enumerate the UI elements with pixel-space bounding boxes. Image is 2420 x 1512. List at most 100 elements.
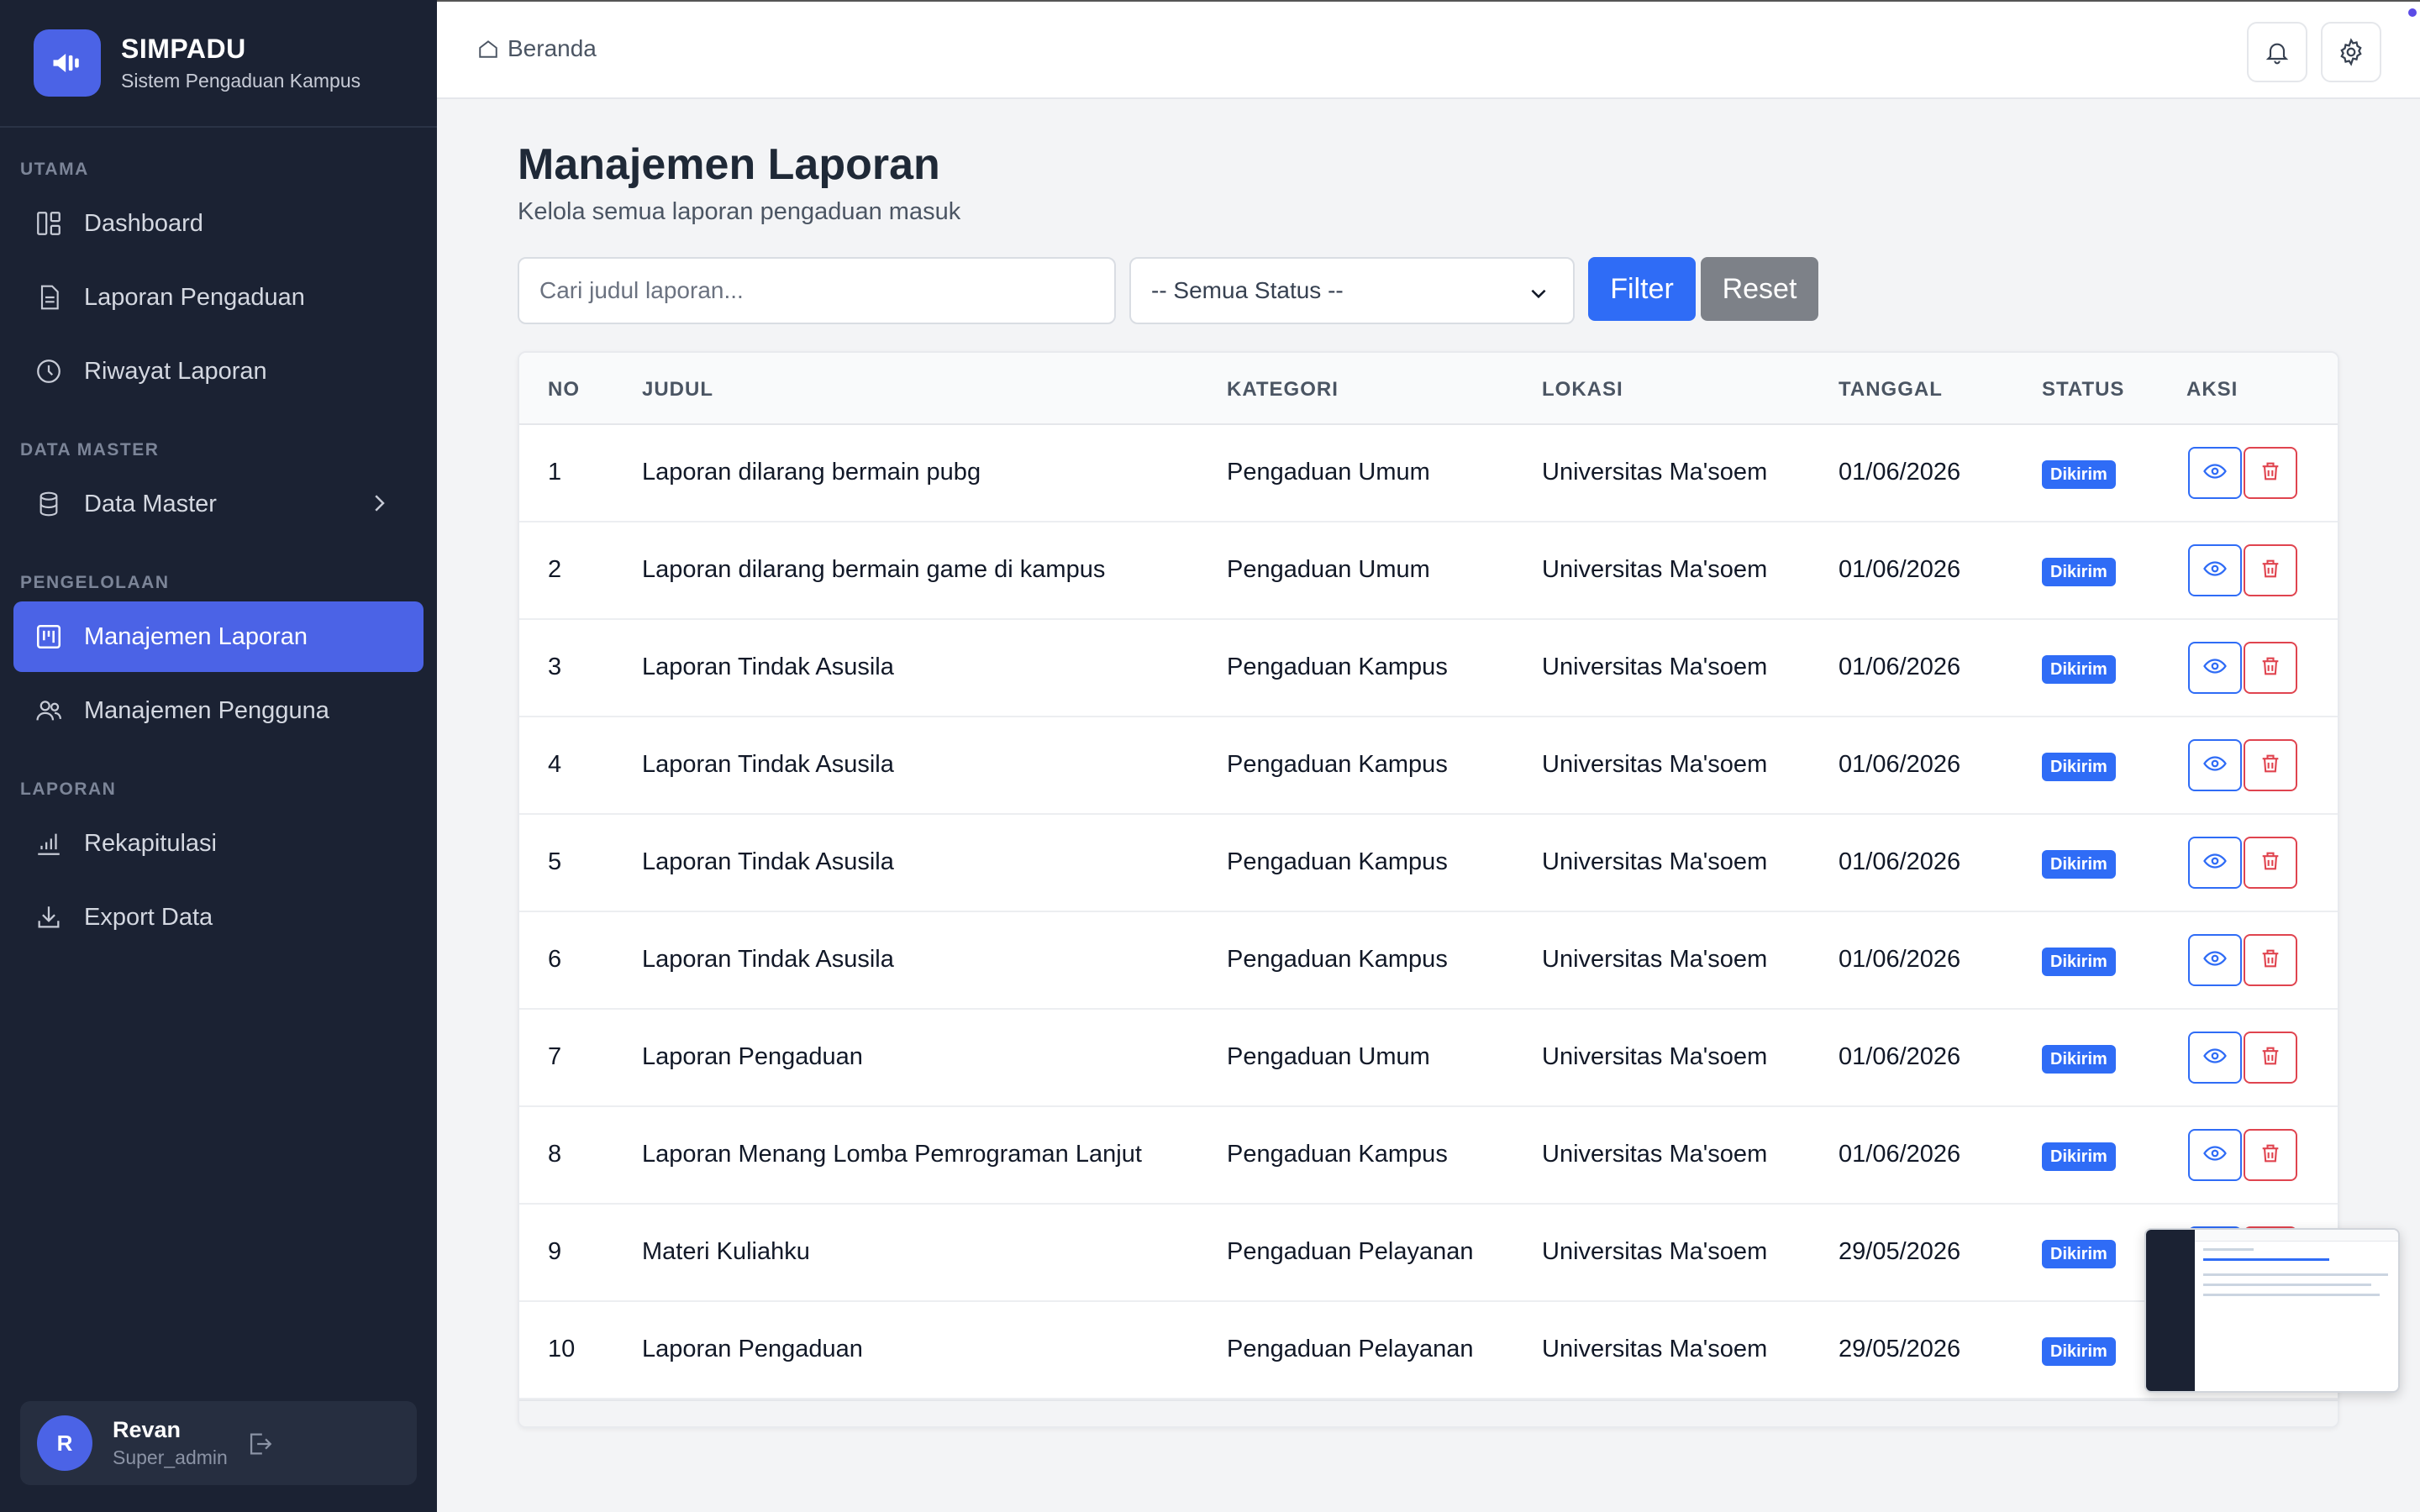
delete-button[interactable] — [2244, 642, 2297, 694]
cell-lokasi: Universitas Ma'soem — [1542, 751, 1768, 778]
delete-button[interactable] — [2244, 934, 2297, 986]
cell-no: 2 — [548, 556, 562, 583]
table-row: 8 Laporan Menang Lomba Pemrograman Lanjut… — [519, 1107, 2338, 1205]
sidebar-item-dashboard[interactable]: Dashboard — [13, 188, 424, 259]
logout-icon[interactable] — [245, 1430, 274, 1462]
delete-button[interactable] — [2244, 739, 2297, 791]
table-row: 5 Laporan Tindak Asusila Pengaduan Kampus U… — [519, 815, 2338, 912]
cell-kategori: Pengaduan Umum — [1227, 556, 1430, 583]
eye-icon — [2202, 459, 2228, 488]
delete-button[interactable] — [2244, 447, 2297, 499]
sidebar-item-label: Data Master — [84, 490, 217, 517]
trash-icon — [2259, 654, 2282, 682]
trash-icon — [2259, 459, 2282, 487]
thumbnail-line — [2203, 1284, 2371, 1286]
cell-tanggal: 01/06/2026 — [1839, 1141, 1961, 1168]
column-header-judul: JUDUL — [642, 378, 714, 401]
sidebar-item-export-data[interactable]: Export Data — [13, 882, 424, 953]
column-header-status: STATUS — [2042, 378, 2125, 401]
sidebar-item-rekapitulasi[interactable]: Rekapitulasi — [13, 808, 424, 879]
status-badge: Dikirim — [2042, 1337, 2116, 1366]
cell-tanggal: 01/06/2026 — [1839, 1043, 1961, 1070]
sidebar-item-data-master[interactable]: Data Master — [13, 469, 424, 539]
brand-title: SIMPADU — [121, 34, 246, 64]
view-button[interactable] — [2188, 642, 2242, 694]
users-icon — [32, 694, 66, 727]
status-select-value: -- Semua Status -- — [1151, 277, 1344, 303]
cell-judul: Laporan dilarang bermain pubg — [642, 459, 981, 486]
breadcrumb[interactable]: Beranda — [477, 35, 597, 62]
sidebar-item-riwayat-laporan[interactable]: Riwayat Laporan — [13, 336, 424, 407]
cell-lokasi: Universitas Ma'soem — [1542, 1043, 1768, 1070]
status-badge: Dikirim — [2042, 655, 2116, 684]
delete-button[interactable] — [2244, 837, 2297, 889]
page-subtitle: Kelola semua laporan pengaduan masuk — [518, 198, 961, 225]
thumbnail-line — [2203, 1258, 2329, 1261]
screenshot-thumbnail[interactable] — [2144, 1228, 2400, 1393]
view-button[interactable] — [2188, 544, 2242, 596]
sidebar-item-manajemen-laporan[interactable]: Manajemen Laporan — [13, 601, 424, 672]
view-button[interactable] — [2188, 934, 2242, 986]
chevron-down-icon — [1528, 282, 1549, 310]
view-button[interactable] — [2188, 447, 2242, 499]
cell-lokasi: Universitas Ma'soem — [1542, 848, 1768, 875]
database-icon — [32, 487, 66, 521]
trash-icon — [2259, 752, 2282, 780]
eye-icon — [2202, 751, 2228, 780]
delete-button[interactable] — [2244, 544, 2297, 596]
download-icon — [32, 900, 66, 934]
status-badge: Dikirim — [2042, 753, 2116, 781]
cell-tanggal: 29/05/2026 — [1839, 1238, 1961, 1265]
brand[interactable]: SIMPADU Sistem Pengaduan Kampus — [0, 0, 437, 128]
delete-button[interactable] — [2244, 1129, 2297, 1181]
chevron-right-icon — [366, 491, 392, 522]
thumbnail-line — [2203, 1294, 2380, 1296]
table-row: 4 Laporan Tindak Asusila Pengaduan Kampus U… — [519, 717, 2338, 815]
cell-judul: Laporan Pengaduan — [642, 1336, 863, 1362]
sidebar-item-label: Riwayat Laporan — [84, 357, 267, 385]
cell-judul: Materi Kuliahku — [642, 1238, 810, 1265]
sidebar-item-laporan-pengaduan[interactable]: Laporan Pengaduan — [13, 262, 424, 333]
cell-judul: Laporan Pengaduan — [642, 1043, 863, 1070]
cell-tanggal: 01/06/2026 — [1839, 751, 1961, 778]
cell-lokasi: Universitas Ma'soem — [1542, 946, 1768, 973]
cell-no: 9 — [548, 1238, 562, 1265]
sidebar-item-label: Laporan Pengaduan — [84, 283, 305, 311]
layout-grid-icon — [32, 207, 66, 240]
avatar: R — [37, 1415, 92, 1471]
cell-no: 4 — [548, 751, 562, 778]
cell-no: 8 — [548, 1141, 562, 1168]
view-button[interactable] — [2188, 1129, 2242, 1181]
sidebar: SIMPADU Sistem Pengaduan Kampus UTAMA Da… — [0, 0, 437, 1512]
table-row: 3 Laporan Tindak Asusila Pengaduan Kampus U… — [519, 620, 2338, 717]
cell-no: 5 — [548, 848, 562, 875]
sidebar-item-label: Export Data — [84, 903, 213, 931]
status-badge: Dikirim — [2042, 460, 2116, 489]
eye-icon — [2202, 848, 2228, 878]
cell-lokasi: Universitas Ma'soem — [1542, 556, 1768, 583]
view-button[interactable] — [2188, 1032, 2242, 1084]
cell-kategori: Pengaduan Umum — [1227, 1043, 1430, 1070]
status-select[interactable]: -- Semua Status -- — [1129, 257, 1575, 324]
table-scrollbar[interactable] — [519, 1399, 2338, 1426]
cell-no: 10 — [548, 1336, 576, 1362]
view-button[interactable] — [2188, 837, 2242, 889]
table-row: 7 Laporan Pengaduan Pengaduan Umum Universi… — [519, 1010, 2338, 1107]
notification-button[interactable] — [2247, 22, 2307, 82]
delete-button[interactable] — [2244, 1032, 2297, 1084]
search-input[interactable] — [518, 257, 1116, 324]
cell-judul: Laporan Tindak Asusila — [642, 751, 894, 778]
view-button[interactable] — [2188, 739, 2242, 791]
sidebar-item-manajemen-pengguna[interactable]: Manajemen Pengguna — [13, 675, 424, 746]
settings-button[interactable] — [2321, 22, 2381, 82]
thumbnail-line — [2203, 1248, 2254, 1251]
cell-judul: Laporan Tindak Asusila — [642, 946, 894, 973]
filter-button[interactable]: Filter — [1588, 257, 1696, 321]
cell-lokasi: Universitas Ma'soem — [1542, 654, 1768, 680]
reset-button[interactable]: Reset — [1701, 257, 1818, 321]
brand-subtitle: Sistem Pengaduan Kampus — [121, 70, 361, 92]
cell-kategori: Pengaduan Pelayanan — [1227, 1336, 1474, 1362]
table-row: 6 Laporan Tindak Asusila Pengaduan Kampus U… — [519, 912, 2338, 1010]
status-badge: Dikirim — [2042, 1240, 2116, 1268]
cell-tanggal: 01/06/2026 — [1839, 654, 1961, 680]
